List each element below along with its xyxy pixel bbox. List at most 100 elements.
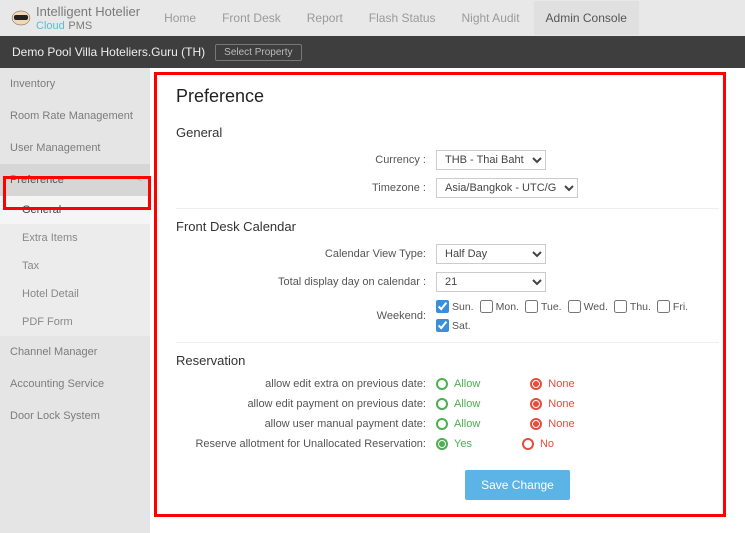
- tab-front-desk[interactable]: Front Desk: [210, 1, 293, 35]
- select-total-days[interactable]: 21: [436, 272, 546, 292]
- sidebar: Inventory Room Rate Management User Mana…: [0, 68, 150, 533]
- sidebar-sub-hotel-detail[interactable]: Hotel Detail: [0, 280, 150, 308]
- radio-no[interactable]: None: [530, 378, 574, 390]
- page-title: Preference: [176, 86, 719, 107]
- brand-pms: PMS: [68, 20, 92, 32]
- sidebar-item-door-lock[interactable]: Door Lock System: [0, 400, 150, 432]
- tab-night-audit[interactable]: Night Audit: [450, 1, 532, 35]
- checkbox[interactable]: [657, 300, 670, 313]
- radio-label: None: [548, 378, 574, 390]
- sidebar-item-user-mgmt[interactable]: User Management: [0, 132, 150, 164]
- weekend-checkbox-thu[interactable]: Thu.: [614, 300, 651, 313]
- radio-no[interactable]: None: [530, 418, 574, 430]
- brand-logo: Intelligent Hotelier Cloud PMS: [8, 5, 148, 32]
- radio-yes[interactable]: Allow: [436, 398, 480, 410]
- brand-icon: [10, 7, 32, 29]
- label-timezone: Timezone :: [176, 182, 436, 194]
- weekend-checkbox-tue[interactable]: Tue.: [525, 300, 562, 313]
- weekend-checkbox-mon[interactable]: Mon.: [480, 300, 519, 313]
- radio-set: Yes No: [436, 438, 719, 450]
- chevron-left-icon: <: [137, 174, 142, 184]
- weekend-checkbox-wed[interactable]: Wed.: [568, 300, 608, 313]
- sidebar-item-preference[interactable]: Preference <: [0, 164, 150, 196]
- sidebar-sub-extra-items[interactable]: Extra Items: [0, 224, 150, 252]
- divider: [176, 342, 719, 343]
- weekday-label: Fri.: [673, 301, 688, 313]
- radio-circle-icon: [530, 398, 542, 410]
- sidebar-sub-tax[interactable]: Tax: [0, 252, 150, 280]
- weekday-label: Sun.: [452, 301, 474, 313]
- sidebar-sub-pdf-form[interactable]: PDF Form: [0, 308, 150, 336]
- radio-circle-icon: [436, 438, 448, 450]
- sidebar-item-label: Preference: [10, 174, 64, 186]
- weekend-checkbox-sat[interactable]: Sat.: [436, 319, 471, 332]
- weekday-label: Wed.: [584, 301, 608, 313]
- radio-yes[interactable]: Allow: [436, 418, 480, 430]
- sidebar-item-channel-mgr[interactable]: Channel Manager: [0, 336, 150, 368]
- radio-no[interactable]: No: [522, 438, 554, 450]
- radio-no[interactable]: None: [530, 398, 574, 410]
- label-weekend: Weekend:: [176, 310, 436, 322]
- tab-report[interactable]: Report: [295, 1, 355, 35]
- reservation-row: allow user manual payment date:Allow None: [176, 418, 719, 430]
- property-bar: Demo Pool Villa Hoteliers.Guru (TH) Sele…: [0, 36, 745, 68]
- sidebar-item-inventory[interactable]: Inventory: [0, 68, 150, 100]
- reservation-row: Reserve allotment for Unallocated Reserv…: [176, 438, 719, 450]
- radio-label: Allow: [454, 398, 480, 410]
- radio-circle-icon: [530, 378, 542, 390]
- topbar: Intelligent Hotelier Cloud PMS Home Fron…: [0, 0, 745, 36]
- select-view-type[interactable]: Half Day: [436, 244, 546, 264]
- checkbox[interactable]: [614, 300, 627, 313]
- checkbox[interactable]: [436, 319, 449, 332]
- radio-circle-icon: [436, 418, 448, 430]
- reservation-label: allow edit payment on previous date:: [176, 398, 436, 410]
- body: Inventory Room Rate Management User Mana…: [0, 68, 745, 533]
- checkbox[interactable]: [480, 300, 493, 313]
- radio-label: None: [548, 418, 574, 430]
- brand-name: Intelligent Hotelier: [36, 5, 140, 18]
- label-view-type: Calendar View Type:: [176, 248, 436, 260]
- radio-label: No: [540, 438, 554, 450]
- reservation-label: Reserve allotment for Unallocated Reserv…: [176, 438, 436, 450]
- checkbox[interactable]: [525, 300, 538, 313]
- reservation-row: allow edit extra on previous date:Allow N…: [176, 378, 719, 390]
- weekend-checkbox-fri[interactable]: Fri.: [657, 300, 688, 313]
- tab-flash-status[interactable]: Flash Status: [357, 1, 448, 35]
- radio-circle-icon: [436, 398, 448, 410]
- reservation-rows: allow edit extra on previous date:AllowN…: [176, 378, 719, 450]
- weekend-checkbox-sun[interactable]: Sun.: [436, 300, 474, 313]
- radio-label: Yes: [454, 438, 472, 450]
- property-name: Demo Pool Villa Hoteliers.Guru (TH): [12, 45, 205, 59]
- weekday-label: Mon.: [496, 301, 519, 313]
- radio-yes[interactable]: Yes: [436, 438, 472, 450]
- checkbox[interactable]: [436, 300, 449, 313]
- select-property-button[interactable]: Select Property: [215, 44, 301, 61]
- checkbox[interactable]: [568, 300, 581, 313]
- main-panel: Preference General Currency : THB - Thai…: [150, 68, 745, 533]
- section-general-title: General: [176, 125, 719, 140]
- sidebar-sub-general[interactable]: General: [0, 196, 150, 224]
- weekday-label: Sat.: [452, 320, 471, 332]
- weekend-checkbox-row: Sun. Mon. Tue. Wed. Thu. Fri. Sat.: [436, 300, 719, 332]
- reservation-label: allow user manual payment date:: [176, 418, 436, 430]
- radio-circle-icon: [436, 378, 448, 390]
- radio-circle-icon: [522, 438, 534, 450]
- brand-sub: Cloud: [36, 20, 65, 32]
- section-reservation-title: Reservation: [176, 353, 719, 368]
- radio-set: Allow None: [436, 398, 719, 410]
- reservation-label: allow edit extra on previous date:: [176, 378, 436, 390]
- radio-yes[interactable]: Allow: [436, 378, 480, 390]
- save-button[interactable]: Save Change: [465, 470, 570, 500]
- reservation-row: allow edit payment on previous date:Allo…: [176, 398, 719, 410]
- select-currency[interactable]: THB - Thai Baht: [436, 150, 546, 170]
- sidebar-item-room-rate[interactable]: Room Rate Management: [0, 100, 150, 132]
- weekday-label: Tue.: [541, 301, 562, 313]
- tab-admin-console[interactable]: Admin Console: [534, 1, 639, 35]
- tab-home[interactable]: Home: [152, 1, 208, 35]
- app-window: Intelligent Hotelier Cloud PMS Home Fron…: [0, 0, 745, 533]
- select-timezone[interactable]: Asia/Bangkok - UTC/G: [436, 178, 578, 198]
- radio-circle-icon: [530, 418, 542, 430]
- divider: [176, 208, 719, 209]
- sidebar-item-accounting[interactable]: Accounting Service: [0, 368, 150, 400]
- top-nav: Home Front Desk Report Flash Status Nigh…: [152, 1, 639, 35]
